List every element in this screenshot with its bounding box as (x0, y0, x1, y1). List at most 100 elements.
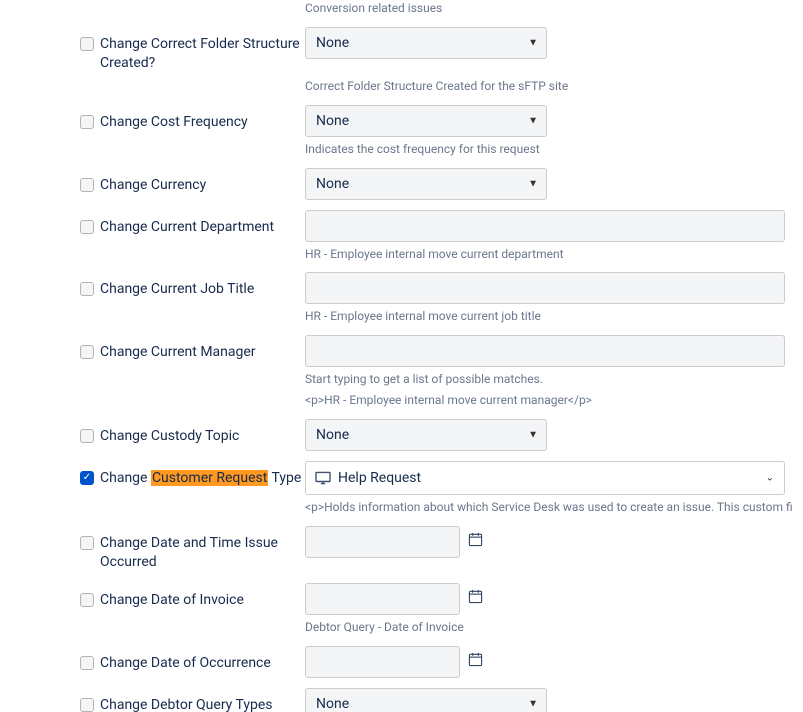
field-row: Change Current Job Title (80, 272, 793, 304)
field-checkbox[interactable] (80, 536, 94, 550)
field-label-col: Change Correct Folder Structure Created? (80, 27, 305, 74)
field-label[interactable]: Change Correct Folder Structure Created? (100, 35, 305, 74)
form-container: Conversion related issues Change Correct… (0, 0, 803, 704)
select-value: Help Request (338, 470, 421, 486)
field-label[interactable]: Change Current Manager (100, 343, 256, 363)
field-row: ✓ Change Customer Request Type Help Requ… (80, 461, 793, 495)
select-value: None (316, 176, 349, 192)
select-dropdown[interactable]: None ▼ (305, 168, 547, 200)
field-input-col: None ▼ (305, 27, 793, 59)
field-checkbox[interactable] (80, 345, 94, 359)
calendar-icon[interactable] (468, 589, 483, 608)
field-label[interactable]: Change Date of Occurrence (100, 654, 271, 674)
chevron-down-icon: ⌄ (766, 472, 774, 483)
calendar-icon[interactable] (468, 532, 483, 551)
field-label-col: Change Date of Invoice (80, 583, 305, 611)
field-input-col: None ▼ (305, 419, 793, 451)
select-value: None (316, 35, 349, 51)
field-checkbox[interactable] (80, 593, 94, 607)
field-label[interactable]: Change Custody Topic (100, 427, 239, 447)
select-value: None (316, 427, 349, 443)
chevron-down-icon: ▼ (528, 429, 538, 440)
field-row: Change Debtor Query Types None ▼ (80, 688, 793, 712)
label-highlight: Customer Request (151, 470, 268, 486)
text-input[interactable] (305, 272, 785, 304)
field-row: Change Custody Topic None ▼ (80, 419, 793, 451)
field-input-col: None ▼ (305, 688, 793, 712)
field-checkbox[interactable] (80, 656, 94, 670)
field-label-col: Change Date of Occurrence (80, 646, 305, 674)
field-row: Change Date of Invoice (80, 583, 793, 615)
field-input-col: None ▼ (305, 105, 793, 137)
field-label-col: Change Current Job Title (80, 272, 305, 300)
field-input-col: Help Request ⌄ (305, 461, 793, 495)
field-checkbox[interactable] (80, 220, 94, 234)
chevron-down-icon: ▼ (528, 178, 538, 189)
date-input[interactable] (305, 646, 460, 678)
date-input[interactable] (305, 583, 460, 615)
field-label[interactable]: Change Currency (100, 176, 206, 196)
field-label[interactable]: Change Date of Invoice (100, 591, 244, 611)
date-input[interactable] (305, 526, 460, 558)
field-row: Change Date and Time Issue Occurred (80, 526, 793, 573)
help-text: Debtor Query - Date of Invoice (305, 619, 793, 636)
field-input-col (305, 272, 793, 304)
field-checkbox[interactable]: ✓ (80, 471, 94, 485)
select-dropdown[interactable]: None ▼ (305, 419, 547, 451)
field-label[interactable]: Change Debtor Query Types (100, 696, 273, 712)
help-text: <p>HR - Employee internal move current m… (305, 392, 793, 409)
field-input-col (305, 646, 793, 678)
field-label-col: Change Debtor Query Types (80, 688, 305, 712)
help-text: Indicates the cost frequency for this re… (305, 141, 793, 158)
field-input-col (305, 526, 793, 558)
field-row: Change Cost Frequency None ▼ (80, 105, 793, 137)
text-input[interactable] (305, 210, 785, 242)
text-input[interactable] (305, 335, 785, 367)
select-dropdown[interactable]: None ▼ (305, 688, 547, 712)
request-type-select[interactable]: Help Request ⌄ (305, 461, 785, 495)
field-checkbox[interactable] (80, 429, 94, 443)
field-label-col: Change Current Department (80, 210, 305, 238)
field-checkbox[interactable] (80, 282, 94, 296)
field-label-col: Change Date and Time Issue Occurred (80, 526, 305, 573)
field-checkbox[interactable] (80, 37, 94, 51)
help-text: HR - Employee internal move current job … (305, 308, 793, 325)
monitor-icon (314, 471, 332, 485)
field-label[interactable]: Change Current Job Title (100, 280, 254, 300)
field-row: Change Date of Occurrence (80, 646, 793, 678)
field-label[interactable]: Change Customer Request Type (100, 469, 301, 489)
help-text: Conversion related issues (305, 0, 793, 17)
help-text: Start typing to get a list of possible m… (305, 371, 793, 388)
chevron-down-icon: ▼ (528, 37, 538, 48)
help-text: HR - Employee internal move current depa… (305, 246, 793, 263)
calendar-icon[interactable] (468, 652, 483, 671)
help-text: Correct Folder Structure Created for the… (305, 78, 793, 95)
field-label-col: Change Currency (80, 168, 305, 196)
field-label-col: Change Cost Frequency (80, 105, 305, 133)
chevron-down-icon: ▼ (528, 115, 538, 126)
field-input-col (305, 210, 793, 242)
field-checkbox[interactable] (80, 698, 94, 712)
field-checkbox[interactable] (80, 178, 94, 192)
field-label-col: Change Custody Topic (80, 419, 305, 447)
field-input-col (305, 583, 793, 615)
select-dropdown[interactable]: None ▼ (305, 105, 547, 137)
field-label[interactable]: Change Cost Frequency (100, 113, 248, 133)
label-post: Type (268, 470, 301, 486)
label-pre: Change (100, 470, 151, 486)
field-label-col: ✓ Change Customer Request Type (80, 461, 305, 489)
field-label[interactable]: Change Date and Time Issue Occurred (100, 534, 305, 573)
field-input-col: None ▼ (305, 168, 793, 200)
field-row: Change Current Department (80, 210, 793, 242)
select-dropdown[interactable]: None ▼ (305, 27, 547, 59)
field-row: Change Current Manager (80, 335, 793, 367)
help-text: <p>Holds information about which Service… (305, 499, 793, 516)
chevron-down-icon: ▼ (528, 698, 538, 709)
field-row: Change Correct Folder Structure Created?… (80, 27, 793, 74)
field-row: Change Currency None ▼ (80, 168, 793, 200)
select-value: None (316, 113, 349, 129)
field-input-col (305, 335, 793, 367)
select-value: None (316, 696, 349, 712)
field-checkbox[interactable] (80, 115, 94, 129)
field-label[interactable]: Change Current Department (100, 218, 274, 238)
